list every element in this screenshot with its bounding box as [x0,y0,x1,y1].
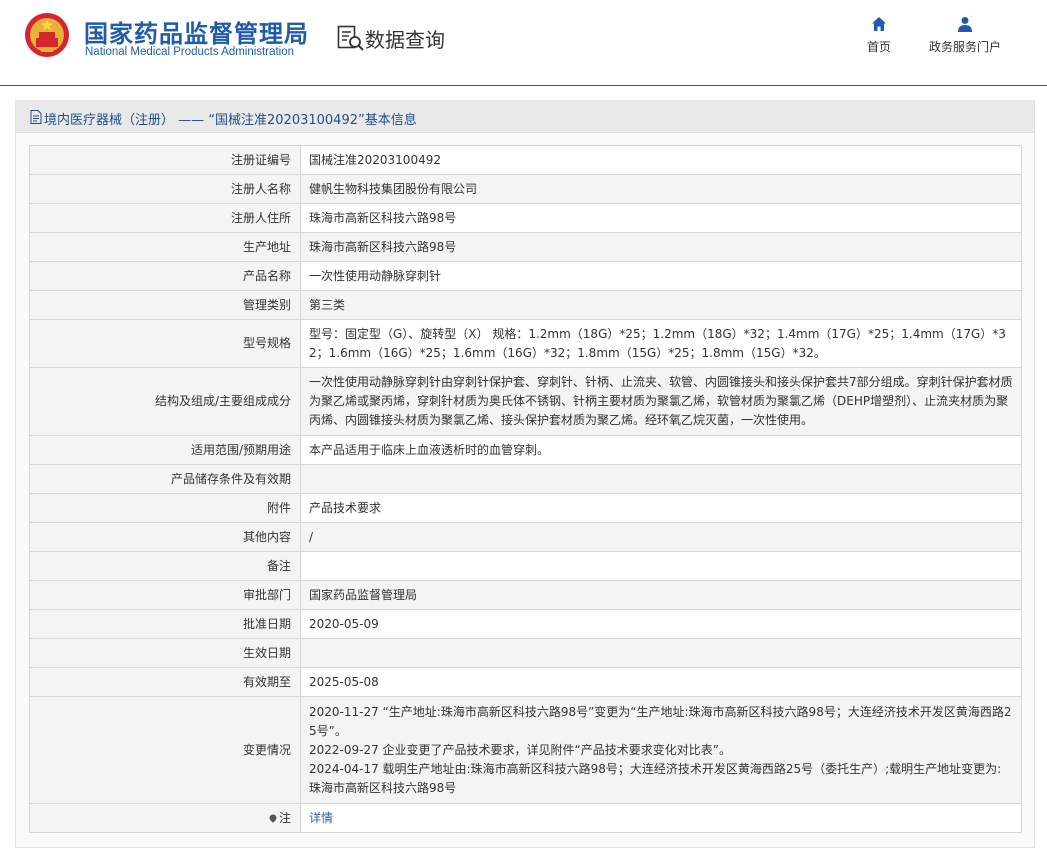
data-query-icon [337,25,364,51]
row-value: 第三类 [300,290,1022,320]
table-row: 审批部门 国家药品监督管理局 [29,580,1022,610]
row-label: 备注 [29,551,301,581]
table-row: 生效日期 [29,638,1022,668]
row-value: 2025-05-08 [300,667,1022,697]
row-value: 本产品适用于临床上血液透析时的血管穿刺。 [300,435,1022,465]
row-value: 健帆生物科技集团股份有限公司 [300,174,1022,204]
row-label: 有效期至 [29,667,301,697]
row-value: 一次性使用动静脉穿刺针由穿刺针保护套、穿刺针、针柄、止流夹、软管、内圆锥接头和接… [300,367,1022,436]
row-label: 其他内容 [29,522,301,552]
row-label: 型号规格 [29,319,301,368]
row-value: 型号：固定型（G）、旋转型（X） 规格：1.2mm（18G）*25；1.2mm（… [300,319,1022,368]
site-header: 国家药品监督管理局 National Medical Products Admi… [0,0,1047,86]
note-row: 注 详情 [29,803,1022,833]
location-pin-icon [269,814,277,823]
table-row: 注册人名称 健帆生物科技集团股份有限公司 [29,174,1022,204]
table-row: 注册证编号 国械注准20203100492 [29,145,1022,175]
row-label: 审批部门 [29,580,301,610]
change-history-row: 变更情况 2020-11-27 “生产地址:珠海市高新区科技六路98号”变更为“… [29,696,1022,804]
user-icon [958,17,972,32]
row-label: 批准日期 [29,609,301,639]
row-value: 国家药品监督管理局 [300,580,1022,610]
table-row: 结构及组成/主要组成成分 一次性使用动静脉穿刺针由穿刺针保护套、穿刺针、针柄、止流… [29,367,1022,436]
agency-name-en[interactable]: National Medical Products Administration [85,46,294,58]
row-label: 注册人住所 [29,203,301,233]
row-value [300,638,1022,668]
row-value [300,551,1022,581]
table-row: 适用范围/预期用途 本产品适用于临床上血液透析时的血管穿刺。 [29,435,1022,465]
table-row: 型号规格 型号：固定型（G）、旋转型（X） 规格：1.2mm（18G）*25；1.… [29,319,1022,368]
table-row: 注册人住所 珠海市高新区科技六路98号 [29,203,1022,233]
row-value: 珠海市高新区科技六路98号 [300,232,1022,262]
nav-home-label: 首页 [866,40,891,54]
change-entry: 2024-04-17 载明生产地址由:珠海市高新区科技六路98号；大连经济技术开… [309,761,1002,795]
detail-panel: 境内医疗器械（注册） —— “国械注准20203100492”基本信息 注册证编… [15,100,1035,848]
data-query-title: 数据查询 [365,28,445,52]
note-value: 详情 [300,803,1022,833]
row-label: 注册证编号 [29,145,301,175]
national-emblem-logo[interactable] [24,12,70,58]
table-row: 批准日期 2020-05-09 [29,609,1022,639]
row-value: 产品技术要求 [300,493,1022,523]
row-label: 结构及组成/主要组成成分 [29,367,301,436]
note-label-cell: 注 [29,803,301,833]
table-row: 产品储存条件及有效期 [29,464,1022,494]
row-label: 变更情况 [29,696,301,804]
row-value: 国械注准20203100492 [300,145,1022,175]
table-row: 产品名称 一次性使用动静脉穿刺针 [29,261,1022,291]
nav-home[interactable]: 首页 [860,16,898,55]
panel-title: 境内医疗器械（注册） —— “国械注准20203100492”基本信息 [44,113,417,128]
row-label: 管理类别 [29,290,301,320]
note-label: 注 [278,810,291,825]
registration-info-table: 注册证编号 国械注准20203100492 注册人名称 健帆生物科技集团股份有限公司… [29,145,1022,833]
document-icon [30,110,42,124]
table-row: 附件 产品技术要求 [29,493,1022,523]
panel-title-bar: 境内医疗器械（注册） —— “国械注准20203100492”基本信息 [16,101,1034,133]
row-label: 产品名称 [29,261,301,291]
row-label: 产品储存条件及有效期 [29,464,301,494]
row-value: 珠海市高新区科技六路98号 [300,203,1022,233]
home-icon [872,17,886,31]
row-label: 附件 [29,493,301,523]
nav-portal[interactable]: 政务服务门户 [922,16,1008,55]
row-value: 2020-05-09 [300,609,1022,639]
agency-name-cn[interactable]: 国家药品监督管理局 [84,14,309,49]
details-link[interactable]: 详情 [309,811,333,825]
change-entry: 2020-11-27 “生产地址:珠海市高新区科技六路98号”变更为“生产地址:… [309,704,1012,738]
table-row: 备注 [29,551,1022,581]
row-value: / [300,522,1022,552]
row-label: 生产地址 [29,232,301,262]
change-history-value: 2020-11-27 “生产地址:珠海市高新区科技六路98号”变更为“生产地址:… [300,696,1022,804]
table-row: 其他内容 / [29,522,1022,552]
nav-portal-label: 政务服务门户 [928,40,1001,54]
row-label: 适用范围/预期用途 [29,435,301,465]
table-row: 有效期至 2025-05-08 [29,667,1022,697]
row-value: 一次性使用动静脉穿刺针 [300,261,1022,291]
table-row: 管理类别 第三类 [29,290,1022,320]
change-entry: 2022-09-27 企业变更了产品技术要求，详见附件“产品技术要求变化对比表”… [309,742,731,757]
table-row: 生产地址 珠海市高新区科技六路98号 [29,232,1022,262]
row-label: 生效日期 [29,638,301,668]
row-label: 注册人名称 [29,174,301,204]
row-value [300,464,1022,494]
